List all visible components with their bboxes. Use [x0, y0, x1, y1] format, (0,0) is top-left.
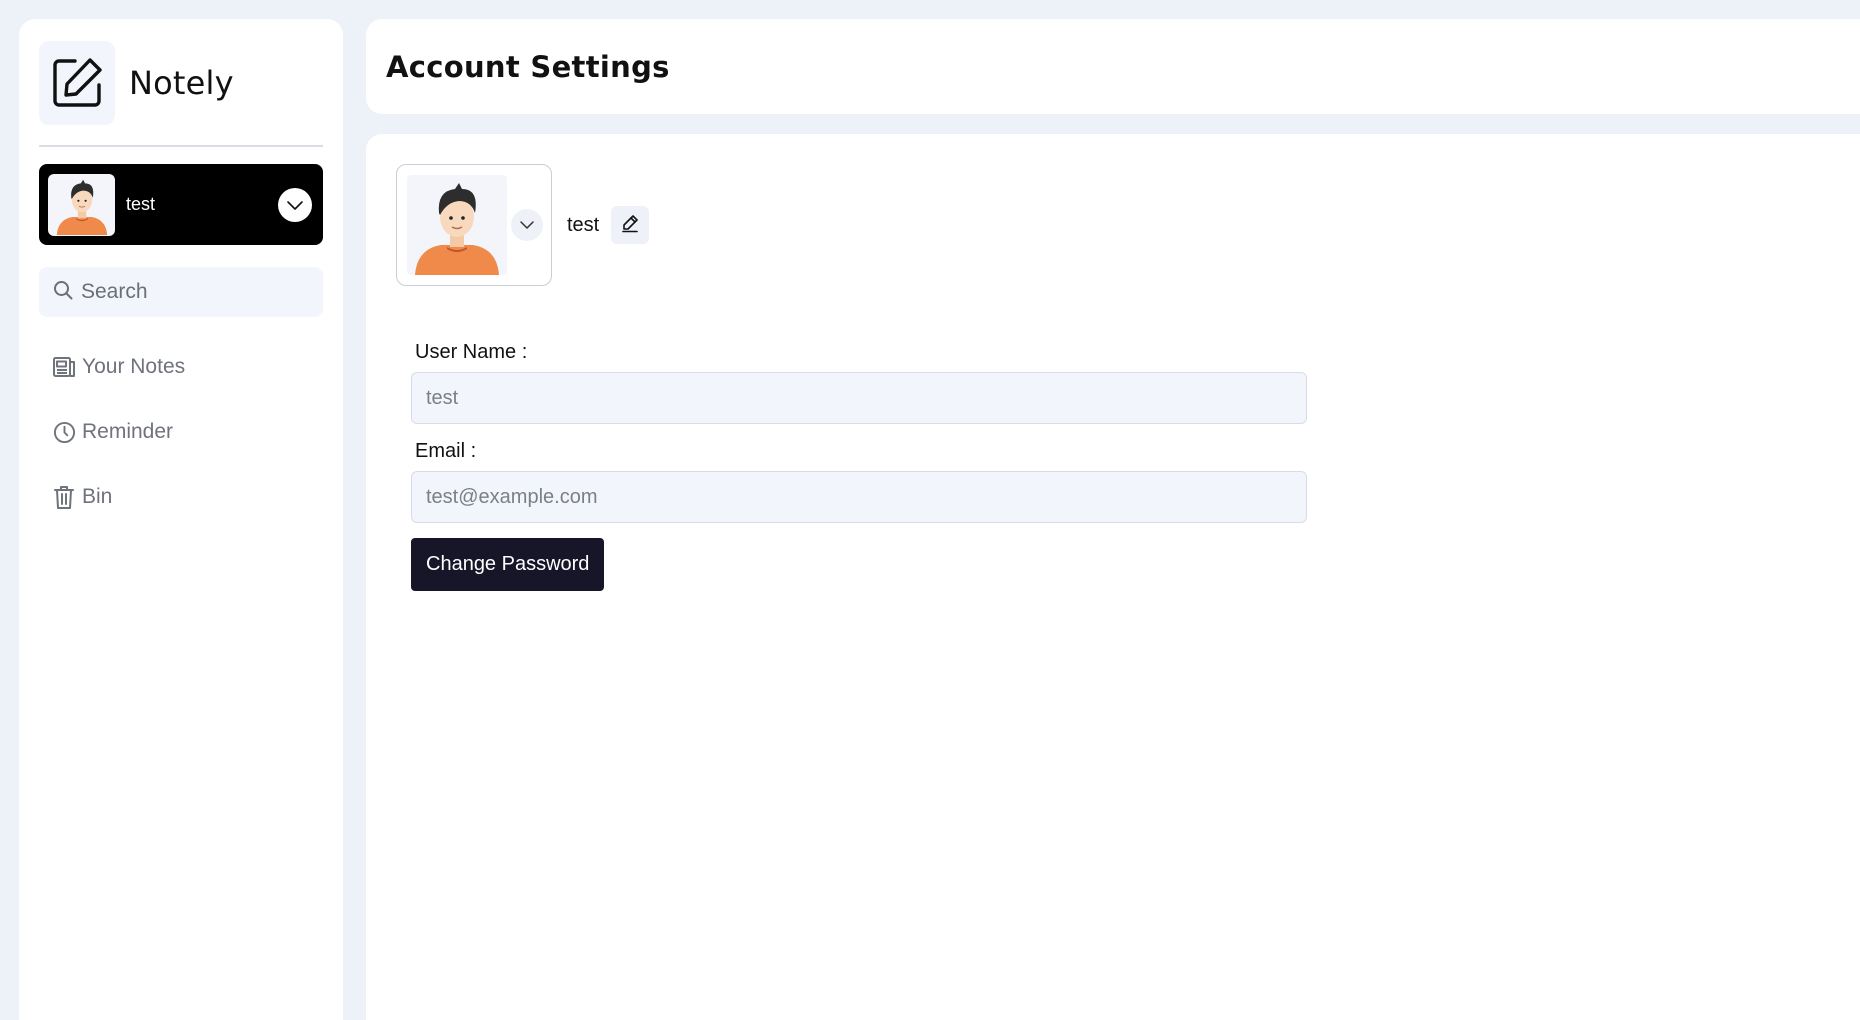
- clock-icon: [51, 419, 77, 445]
- brand[interactable]: Notely: [39, 41, 323, 125]
- chevron-down-icon[interactable]: [278, 187, 312, 222]
- notes-icon: [51, 354, 77, 380]
- chevron-down-icon[interactable]: [511, 209, 543, 241]
- user-menu-card[interactable]: test: [39, 164, 323, 245]
- search-input[interactable]: [81, 280, 301, 304]
- sidebar-item-label: Reminder: [82, 420, 174, 443]
- sidebar: Notely test Search Your Notes Reminder B…: [19, 19, 343, 1020]
- profile-name: test: [567, 213, 600, 236]
- username-label: User Name :: [415, 341, 528, 363]
- search-box[interactable]: [39, 267, 323, 317]
- email-field[interactable]: [411, 471, 1307, 523]
- edit-name-button[interactable]: [611, 206, 650, 244]
- user-avatar-icon: [407, 175, 507, 275]
- search-icon: [53, 280, 73, 305]
- pencil-icon: [620, 213, 640, 238]
- sidebar-item-label: Bin: [82, 485, 113, 508]
- username-field[interactable]: [411, 372, 1307, 424]
- trash-icon: [51, 484, 77, 510]
- user-name: test: [126, 194, 156, 214]
- sidebar-item-reminder[interactable]: Reminder: [39, 420, 323, 444]
- avatar-picker[interactable]: [396, 164, 552, 286]
- account-form: User Name : Email : Change Password: [411, 341, 1307, 591]
- sidebar-item-label: Your Notes: [82, 355, 186, 378]
- account-settings-panel: test User Name : Email : Change Password: [366, 134, 1860, 1020]
- sidebar-item-bin[interactable]: Bin: [39, 485, 323, 509]
- user-avatar-icon: [48, 173, 115, 236]
- sidebar-item-your-notes[interactable]: Your Notes: [39, 355, 323, 379]
- app-name: Notely: [129, 64, 234, 102]
- page-header: Account Settings: [366, 19, 1860, 114]
- page-title: Account Settings: [386, 49, 670, 84]
- profile-row: test: [396, 164, 650, 286]
- edit-square-icon: [39, 41, 115, 125]
- email-label: Email :: [415, 440, 477, 462]
- sidebar-nav: Your Notes Reminder Bin: [39, 355, 323, 509]
- divider: [39, 145, 323, 147]
- change-password-button[interactable]: Change Password: [411, 538, 605, 591]
